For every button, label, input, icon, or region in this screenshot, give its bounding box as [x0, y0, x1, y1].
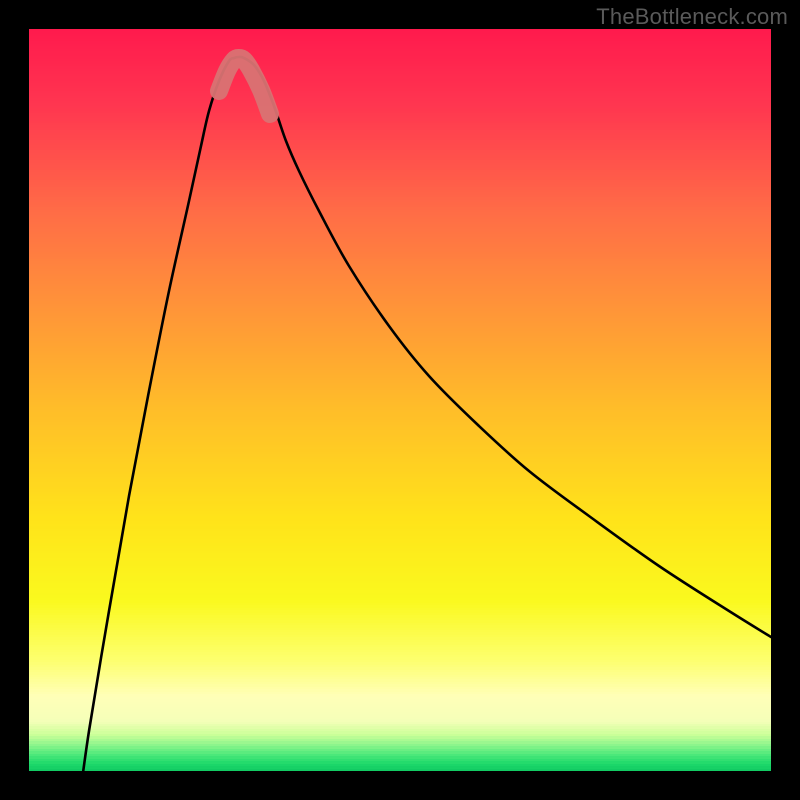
chart-frame: TheBottleneck.com [0, 0, 800, 800]
bottleneck-curve [78, 57, 771, 771]
curve-layer [29, 29, 771, 771]
watermark-text: TheBottleneck.com [596, 4, 788, 30]
highlight-arc [219, 58, 270, 114]
plot-area [29, 29, 771, 771]
